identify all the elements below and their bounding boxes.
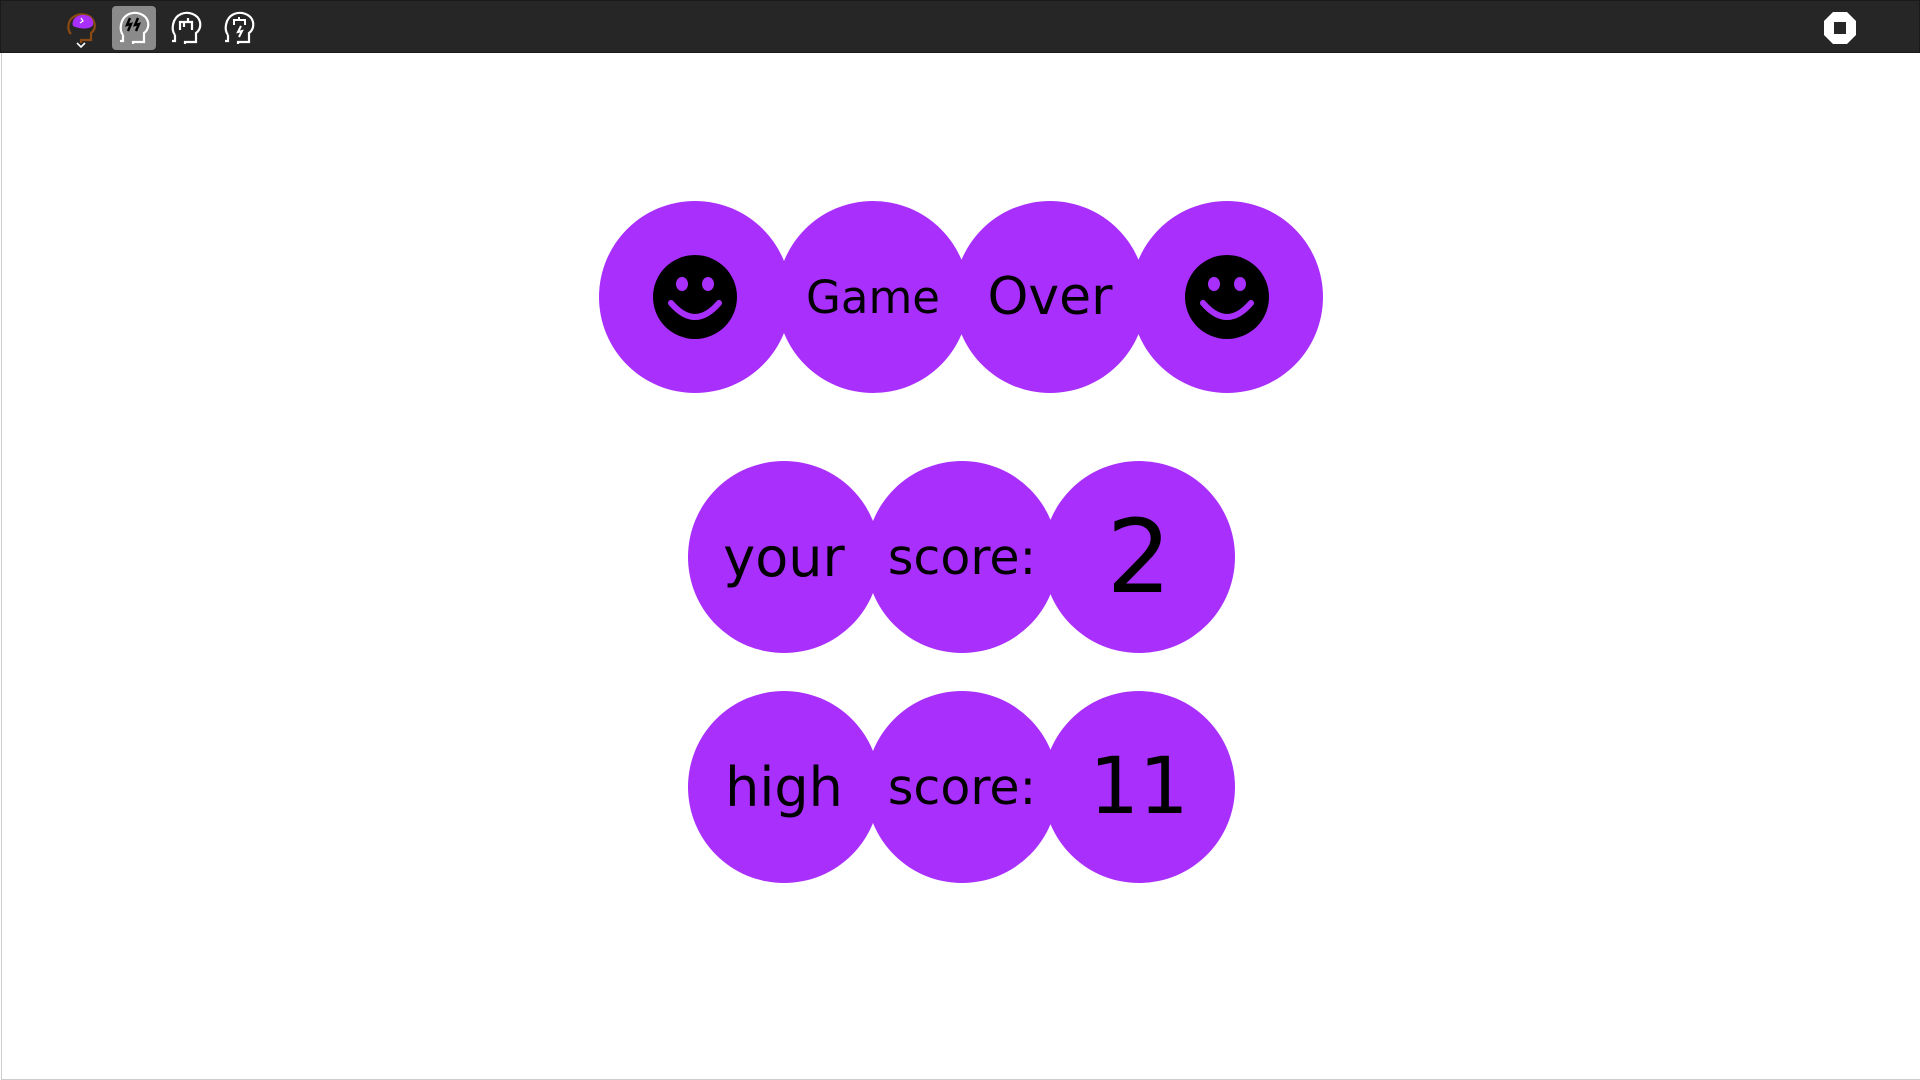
head-robot-lightning-button[interactable] bbox=[217, 6, 261, 50]
smiley-icon bbox=[1185, 255, 1269, 339]
title-word-game: Game bbox=[806, 270, 940, 324]
top-toolbar bbox=[0, 0, 1920, 53]
high-score-value: 11 bbox=[1089, 742, 1189, 832]
your-score-bubble-label2: score: bbox=[866, 461, 1058, 653]
high-score-bubble-value: 11 bbox=[1043, 691, 1235, 883]
brain-menu-icon bbox=[67, 13, 96, 48]
head-robot-button[interactable] bbox=[164, 6, 208, 50]
high-score-word2: score: bbox=[887, 758, 1037, 816]
your-score-value: 2 bbox=[1106, 497, 1172, 617]
high-score-bubble-label1: high bbox=[688, 691, 880, 883]
head-lightning-icon bbox=[119, 11, 150, 44]
head-robot-lightning-icon bbox=[224, 11, 255, 44]
title-bubble-smiley-right bbox=[1131, 201, 1323, 393]
head-lightning-button[interactable] bbox=[112, 6, 156, 50]
head-robot-icon bbox=[171, 11, 202, 44]
your-score-word1: your bbox=[723, 525, 845, 589]
title-bubble-game: Game bbox=[777, 201, 969, 393]
stop-icon[interactable] bbox=[1823, 11, 1857, 45]
your-score-bubble-value: 2 bbox=[1043, 461, 1235, 653]
title-word-over: Over bbox=[987, 267, 1113, 327]
title-bubble-smiley-left bbox=[599, 201, 791, 393]
game-stage: Game Over your score: 2 high score: 11 bbox=[1, 53, 1920, 1080]
brain-menu-button[interactable] bbox=[59, 6, 103, 50]
your-score-word2: score: bbox=[887, 528, 1037, 586]
high-score-bubble-label2: score: bbox=[866, 691, 1058, 883]
high-score-word1: high bbox=[725, 755, 843, 819]
title-bubble-over: Over bbox=[954, 201, 1146, 393]
your-score-bubble-label1: your bbox=[688, 461, 880, 653]
smiley-icon bbox=[653, 255, 737, 339]
